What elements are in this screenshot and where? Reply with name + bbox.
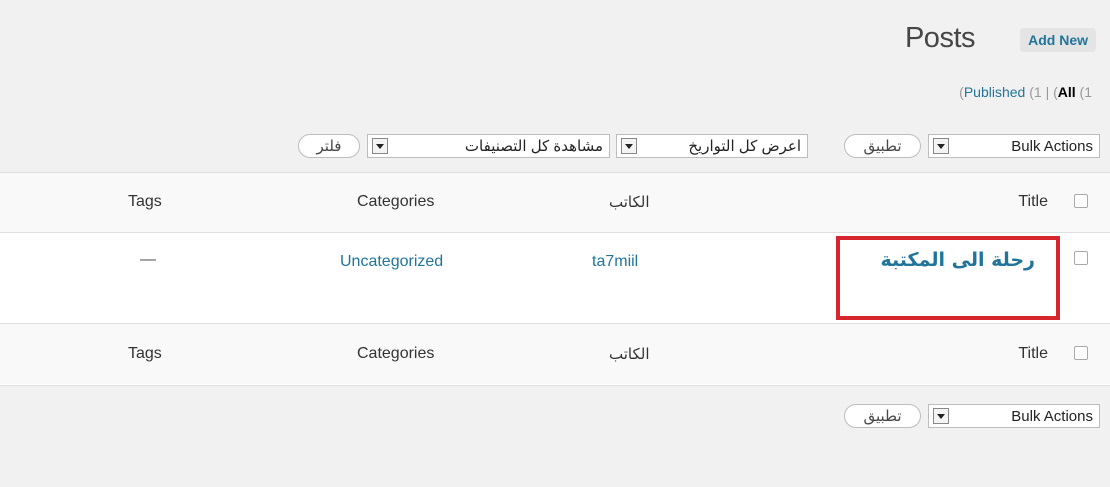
chevron-down-icon bbox=[933, 138, 949, 154]
row-checkbox[interactable] bbox=[1074, 251, 1088, 265]
chevron-down-icon bbox=[372, 138, 388, 154]
select-all-checkbox[interactable] bbox=[1074, 194, 1088, 208]
apply-button-top[interactable]: تطبيق bbox=[844, 134, 921, 158]
table-row: رحلة الى المكتبة ta7miil Uncategorized — bbox=[0, 233, 1110, 323]
column-tags: Tags bbox=[128, 193, 162, 210]
chevron-down-icon bbox=[933, 408, 949, 424]
dates-filter-label: اعرض كل التواريخ bbox=[688, 138, 801, 155]
add-new-button[interactable]: Add New bbox=[1020, 28, 1096, 52]
table-footer-row: Title الكاتب Categories Tags bbox=[0, 324, 1110, 384]
column-title-footer[interactable]: Title bbox=[1018, 345, 1048, 363]
select-all-checkbox-footer[interactable] bbox=[1074, 346, 1088, 360]
categories-filter-select[interactable]: مشاهدة كل التصنيفات bbox=[367, 134, 610, 158]
categories-filter-label: مشاهدة كل التصنيفات bbox=[464, 138, 603, 155]
table-header-row: Title الكاتب Categories Tags bbox=[0, 173, 1110, 232]
posts-table: Title الكاتب Categories Tags رحلة الى ال… bbox=[0, 172, 1110, 386]
published-count: (1 bbox=[1029, 84, 1042, 100]
column-title[interactable]: Title bbox=[1018, 193, 1048, 211]
filter-separator: | bbox=[1045, 84, 1050, 100]
column-author: الكاتب bbox=[609, 193, 650, 211]
published-filter-link[interactable]: Published bbox=[964, 84, 1026, 100]
filter-button[interactable]: فلتر bbox=[298, 134, 360, 158]
status-filter: (Published (1 | (All (1 bbox=[959, 84, 1092, 100]
apply-button-bottom[interactable]: تطبيق bbox=[844, 404, 921, 428]
bulk-actions-label: Bulk Actions bbox=[1011, 137, 1093, 155]
column-categories: Categories bbox=[357, 193, 435, 210]
category-link[interactable]: Uncategorized bbox=[340, 253, 443, 271]
dates-filter-select[interactable]: اعرض كل التواريخ bbox=[616, 134, 808, 158]
column-tags-footer: Tags bbox=[128, 345, 162, 362]
column-author-footer: الكاتب bbox=[609, 345, 650, 363]
chevron-down-icon bbox=[621, 138, 637, 154]
bulk-actions-select-bottom[interactable]: Bulk Actions bbox=[928, 404, 1100, 428]
page-title: Posts bbox=[904, 22, 976, 54]
all-filter-link[interactable]: All bbox=[1058, 84, 1076, 100]
bulk-actions-label-bottom: Bulk Actions bbox=[1011, 407, 1093, 425]
all-count: (1 bbox=[1079, 84, 1092, 100]
bulk-actions-select-top[interactable]: Bulk Actions bbox=[928, 134, 1100, 158]
author-link[interactable]: ta7miil bbox=[592, 253, 638, 271]
tags-value: — bbox=[140, 251, 156, 268]
highlight-box bbox=[836, 236, 1060, 320]
column-categories-footer: Categories bbox=[357, 345, 435, 362]
